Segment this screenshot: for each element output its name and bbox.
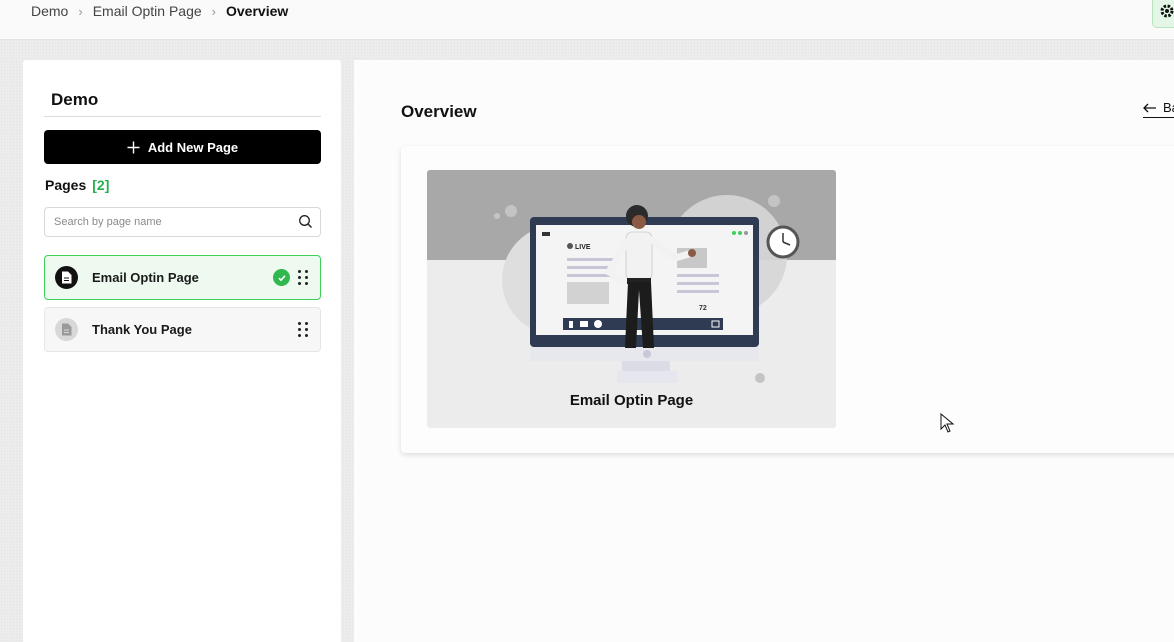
arrow-left-icon [1143,103,1156,112]
page-item-label: Email Optin Page [92,270,199,285]
back-link[interactable]: Ba [1143,100,1174,118]
chevron-right-icon: › [211,3,216,19]
drag-handle-icon[interactable] [298,322,308,337]
chevron-right-icon: › [78,3,83,19]
drag-handle-icon[interactable] [298,270,308,285]
top-bar: Demo › Email Optin Page › Overview [0,0,1174,40]
pages-count-badge: [2] [92,177,110,193]
search-box [44,207,321,237]
page-list-item-thank-you[interactable]: Thank You Page [44,307,321,352]
page-title: Overview [401,102,477,121]
page-thumbnail-illustration: LIVE 72 [427,170,836,428]
main-panel: Overview Ba [354,60,1174,642]
search-icon[interactable] [298,214,313,229]
sidebar: Demo Add New Page Pages [2] Email Optin P… [23,60,341,642]
breadcrumb: Demo › Email Optin Page › Overview [31,3,288,19]
settings-button[interactable] [1152,0,1174,28]
breadcrumb-item-current: Overview [226,3,289,19]
page-item-label: Thank You Page [92,322,192,337]
page-list-item-email-optin[interactable]: Email Optin Page [44,255,321,300]
page-preview-card[interactable]: LIVE 72 Email Optin Page [427,170,836,428]
thumbnail-live-badge: LIVE [575,244,591,251]
check-circle-icon [273,269,290,286]
pages-heading: Pages [2] [45,177,109,193]
divider [44,116,321,117]
document-icon [55,318,78,341]
add-new-page-label: Add New Page [147,139,239,155]
page-card-title: Email Optin Page [569,392,694,409]
search-input[interactable] [45,208,285,236]
overview-card-container: LIVE 72 Email Optin Page [401,146,1174,453]
plus-icon [127,141,140,153]
document-icon [55,266,78,289]
gear-icon [1160,4,1174,18]
pages-heading-label: Pages [45,177,87,193]
add-new-page-button[interactable]: Add New Page [44,130,321,164]
sidebar-title: Demo [51,90,99,109]
back-link-label: Ba [1163,100,1174,115]
breadcrumb-item-page[interactable]: Email Optin Page [93,3,202,19]
mouse-cursor-icon [940,413,954,433]
breadcrumb-item-demo[interactable]: Demo [31,3,68,19]
thumbnail-viewer-count: 72 [699,305,707,312]
